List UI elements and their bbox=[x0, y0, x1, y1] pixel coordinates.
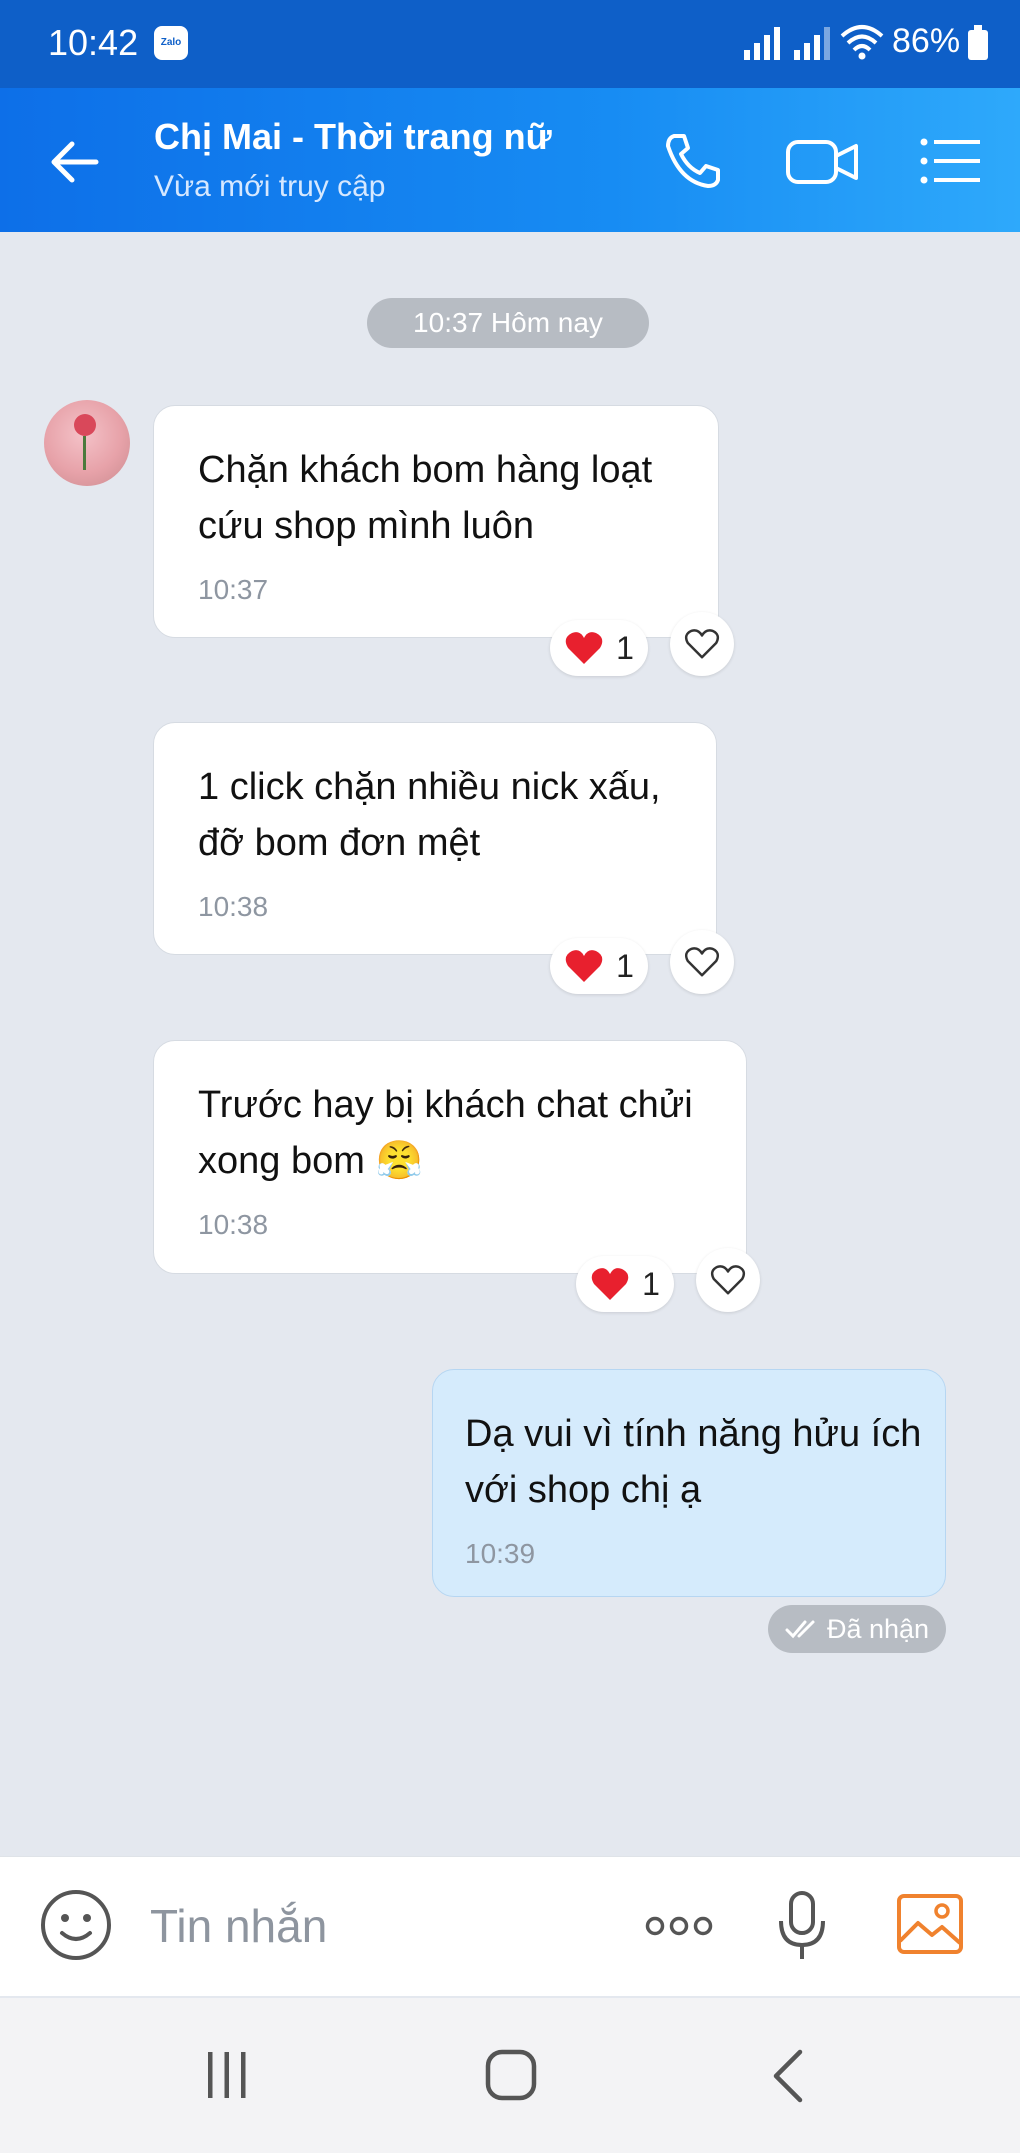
wifi-icon bbox=[840, 25, 884, 60]
contact-name[interactable]: Chị Mai - Thời trang nữ bbox=[154, 116, 552, 158]
emoji-icon[interactable] bbox=[40, 1889, 112, 1961]
contact-status: Vừa mới truy cập bbox=[154, 170, 386, 203]
heart-icon bbox=[591, 1268, 629, 1300]
double-check-icon bbox=[785, 1620, 815, 1639]
more-icon[interactable] bbox=[644, 1913, 714, 1939]
message-text: Trước hay bị khách chat chửi xong bom 😤 bbox=[198, 1084, 693, 1182]
heart-icon bbox=[565, 632, 603, 664]
recent-apps-icon[interactable] bbox=[204, 2050, 250, 2100]
chat-header: Chị Mai - Thời trang nữ Vừa mới truy cập bbox=[0, 88, 1020, 232]
delivery-status-label: Đã nhận bbox=[826, 1613, 930, 1644]
contact-avatar[interactable] bbox=[44, 400, 130, 486]
heart-icon bbox=[565, 950, 603, 982]
reaction-badge[interactable]: 1 bbox=[576, 1256, 674, 1312]
like-button[interactable] bbox=[670, 612, 734, 676]
reaction-badge[interactable]: 1 bbox=[550, 620, 648, 676]
reaction-count: 1 bbox=[616, 947, 634, 984]
phone-icon[interactable] bbox=[660, 128, 726, 194]
microphone-icon[interactable] bbox=[776, 1891, 828, 1961]
message-text: Dạ vui vì tính năng hửu ích với shop chị… bbox=[465, 1413, 922, 1511]
reaction-count: 1 bbox=[616, 629, 634, 666]
battery-icon bbox=[968, 25, 988, 60]
composer-bar: Tin nhắn bbox=[0, 1856, 1020, 1996]
signal-icon bbox=[744, 27, 780, 60]
message-text: 1 click chặn nhiều nick xấu, đỡ bom đơn … bbox=[198, 766, 661, 864]
message-input[interactable]: Tin nhắn bbox=[150, 1899, 327, 1953]
like-button[interactable] bbox=[696, 1248, 760, 1312]
message-time: 10:38 bbox=[198, 1209, 269, 1240]
image-icon[interactable] bbox=[896, 1893, 964, 1955]
battery-percent: 86% bbox=[892, 22, 961, 60]
home-icon[interactable] bbox=[484, 2048, 538, 2102]
like-heart-icon bbox=[684, 947, 720, 977]
like-heart-icon bbox=[684, 629, 720, 659]
delivery-status: Đã nhận bbox=[768, 1605, 946, 1653]
back-arrow-icon[interactable] bbox=[44, 132, 104, 192]
message-time: 10:39 bbox=[465, 1538, 536, 1569]
date-divider: 10:37 Hôm nay bbox=[367, 298, 649, 348]
message-text: Chặn khách bom hàng loạt cứu shop mình l… bbox=[198, 449, 653, 547]
chat-screen: 10:42 Zalo 86% Chị Mai - Thời trang nữ V… bbox=[0, 0, 1020, 2153]
zalo-notification-icon: Zalo bbox=[154, 26, 188, 60]
signal-icon-2 bbox=[794, 27, 830, 60]
nav-back-icon[interactable] bbox=[768, 2048, 808, 2104]
incoming-message[interactable]: Chặn khách bom hàng loạt cứu shop mình l… bbox=[153, 405, 719, 638]
outgoing-message[interactable]: Dạ vui vì tính năng hửu ích với shop chị… bbox=[432, 1369, 946, 1597]
reaction-count: 1 bbox=[642, 1265, 660, 1302]
video-camera-icon[interactable] bbox=[784, 128, 860, 194]
message-time: 10:37 bbox=[198, 574, 269, 605]
incoming-message[interactable]: 1 click chặn nhiều nick xấu, đỡ bom đơn … bbox=[153, 722, 717, 955]
menu-icon[interactable] bbox=[918, 128, 982, 194]
reaction-badge[interactable]: 1 bbox=[550, 938, 648, 994]
like-button[interactable] bbox=[670, 930, 734, 994]
status-bar: 10:42 Zalo 86% bbox=[0, 0, 1020, 88]
like-heart-icon bbox=[710, 1265, 746, 1295]
status-time: 10:42 bbox=[48, 22, 139, 63]
incoming-message[interactable]: Trước hay bị khách chat chửi xong bom 😤 … bbox=[153, 1040, 747, 1274]
message-time: 10:38 bbox=[198, 891, 269, 922]
system-nav-bar bbox=[0, 1998, 1020, 2153]
